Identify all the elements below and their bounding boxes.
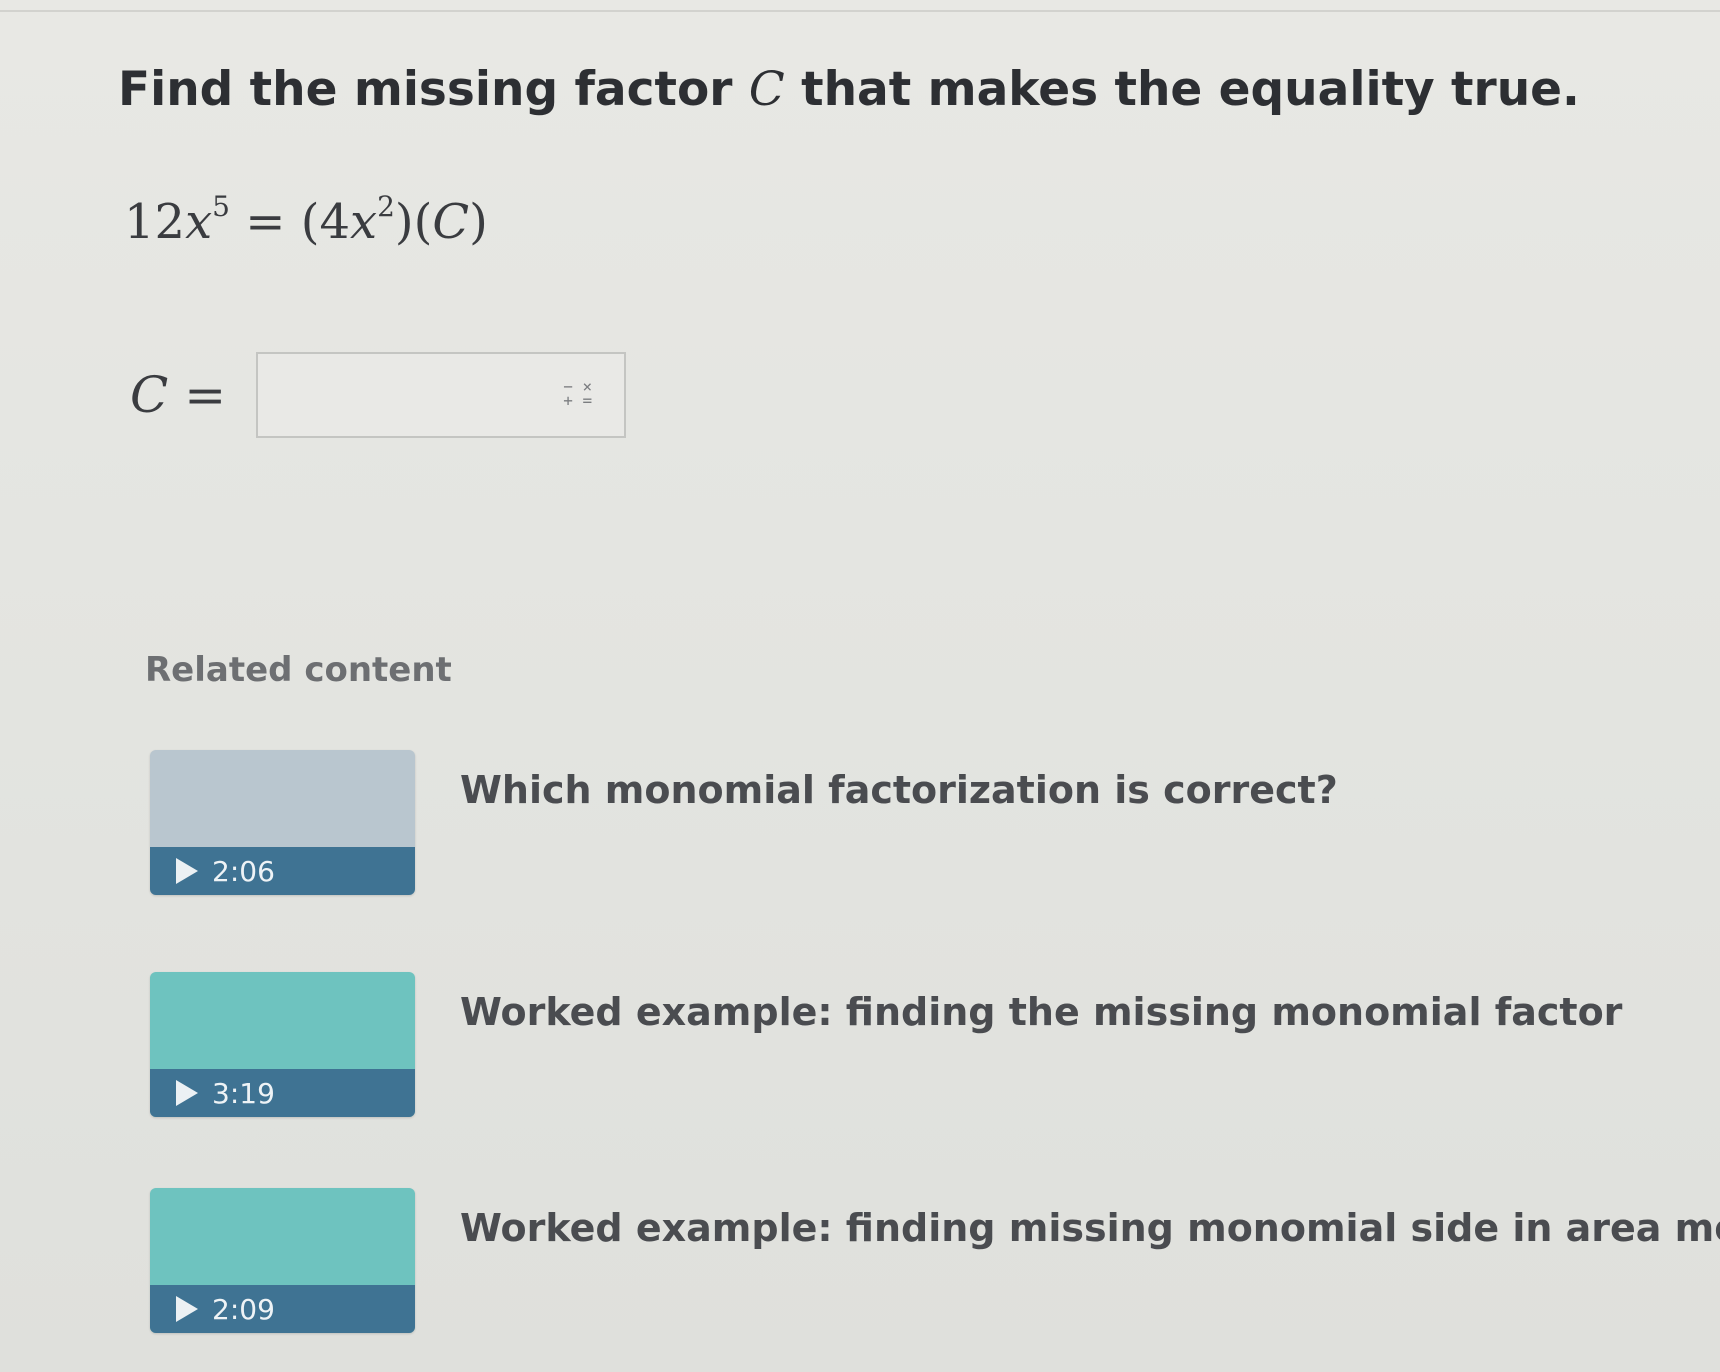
video-title[interactable]: Worked example: finding missing monomial…: [460, 1206, 1720, 1250]
top-divider: [0, 10, 1720, 12]
lhs-exponent: 5: [212, 190, 230, 223]
related-video-3[interactable]: 2:09 Worked example: finding missing mon…: [150, 1188, 1720, 1338]
video-duration: 2:09: [212, 1292, 275, 1326]
related-content-heading: Related content: [145, 650, 452, 690]
video-duration: 3:19: [212, 1076, 275, 1110]
equation: 12x5 = (4x2)(C): [124, 190, 488, 250]
answer-row: C = − × + =: [130, 350, 627, 440]
rhs-open: (4: [300, 194, 350, 250]
answer-equals: =: [184, 366, 227, 424]
video-duration-bar: 2:09: [150, 1285, 415, 1333]
rhs-variable: x: [350, 194, 378, 250]
video-title[interactable]: Which monomial factorization is correct?: [460, 768, 1338, 812]
video-duration: 2:06: [212, 854, 275, 888]
math-keypad-icon[interactable]: − × + =: [563, 379, 593, 410]
question-title: Find the missing factor C that makes the…: [118, 62, 1580, 117]
answer-input[interactable]: [258, 354, 583, 434]
video-title[interactable]: Worked example: finding the missing mono…: [460, 990, 1622, 1034]
question-title-variable: C: [748, 62, 785, 117]
video-thumbnail[interactable]: 3:19: [150, 972, 415, 1117]
rhs-unknown: C: [432, 194, 470, 250]
play-icon: [176, 1080, 198, 1106]
rhs-exponent: 2: [377, 190, 395, 223]
video-duration-bar: 2:06: [150, 847, 415, 895]
play-icon: [176, 858, 198, 884]
related-video-1[interactable]: 2:06 Which monomial factorization is cor…: [150, 750, 1550, 900]
rhs-mid: )(: [394, 194, 433, 250]
play-icon: [176, 1296, 198, 1322]
video-thumbnail[interactable]: 2:09: [150, 1188, 415, 1333]
answer-label: C: [130, 366, 169, 424]
question-title-after: that makes the equality true.: [784, 62, 1580, 117]
video-thumbnail[interactable]: 2:06: [150, 750, 415, 895]
equals-sign: =: [245, 194, 286, 250]
answer-input-box[interactable]: − × + =: [256, 352, 627, 438]
math-keypad-icon-bottom: + =: [563, 391, 593, 410]
lhs-variable: x: [185, 194, 213, 250]
rhs-close: ): [469, 194, 488, 250]
page: Find the missing factor C that makes the…: [0, 0, 1720, 1372]
question-title-before: Find the missing factor: [118, 62, 749, 117]
related-video-2[interactable]: 3:19 Worked example: finding the missing…: [150, 972, 1622, 1122]
video-duration-bar: 3:19: [150, 1069, 415, 1117]
lhs-coefficient: 12: [124, 194, 186, 250]
